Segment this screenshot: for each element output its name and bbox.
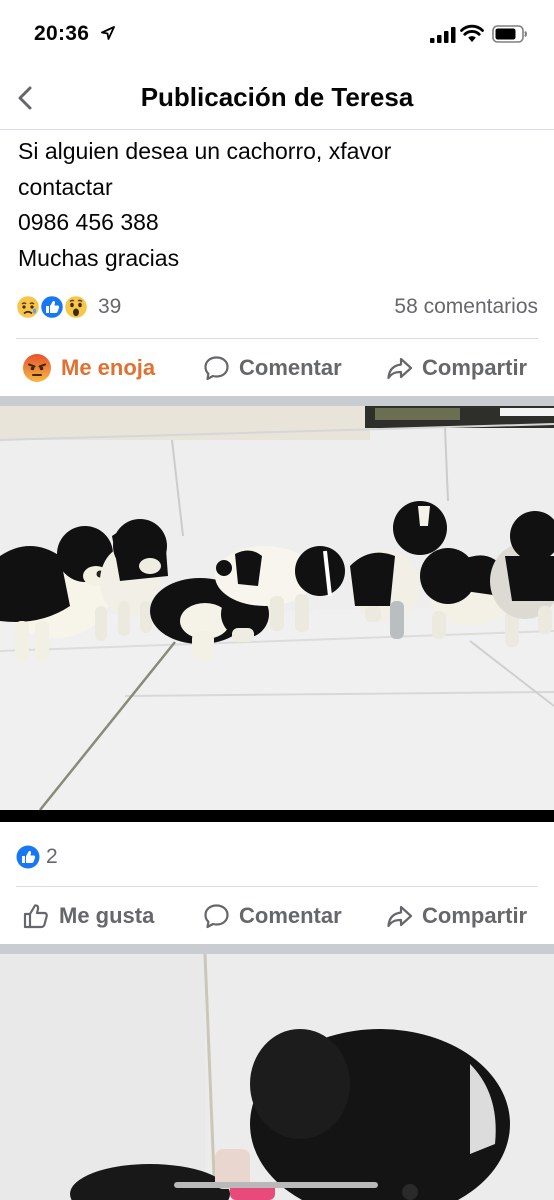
share-label: Compartir (422, 903, 528, 928)
post-text-line: Si alguien desea un cachorro, xfavor (18, 138, 392, 164)
share-button[interactable]: Compartir (386, 890, 527, 942)
photo-likes-count: 2 (46, 845, 58, 868)
wow-reaction-icon (63, 294, 89, 320)
post-text-line[interactable]: 0986 456 388 (18, 205, 538, 241)
page-title: Publicación de Teresa (140, 82, 414, 112)
share-button[interactable]: Compartir (386, 342, 527, 394)
divider (16, 338, 538, 339)
cellular-signal-icon (430, 27, 456, 43)
comment-label: Comentar (239, 355, 342, 380)
section-separator (0, 396, 554, 406)
like-reaction-icon (16, 845, 40, 869)
comment-label: Comentar (239, 903, 342, 928)
comment-icon (204, 355, 229, 380)
post-text-line: contactar (18, 173, 113, 200)
wifi-icon (460, 24, 484, 42)
react-button[interactable]: Me enoja (22, 342, 155, 394)
angry-reaction-icon (23, 354, 51, 382)
post-action-bar: Me enoja Comentar Compartir (0, 342, 554, 394)
location-arrow-icon (101, 26, 115, 40)
like-label: Me gusta (59, 903, 155, 928)
post-text-line: Muchas gracias (18, 244, 180, 271)
post-header: Publicación de Teresa (0, 70, 554, 130)
thumbs-up-icon (23, 904, 48, 929)
battery-icon (492, 25, 527, 43)
sad-reaction-icon (16, 294, 41, 320)
comments-count[interactable]: 58 comentarios (394, 295, 538, 319)
like-button[interactable]: Me gusta (22, 890, 154, 942)
photo-action-bar: Me gusta Comentar Compartir (0, 890, 554, 942)
status-bar: 20:36 (0, 0, 554, 70)
divider (16, 886, 538, 887)
home-indicator[interactable] (174, 1182, 378, 1188)
share-label: Compartir (422, 355, 528, 380)
share-icon (387, 357, 413, 379)
reaction-count: 39 (98, 295, 122, 318)
puppy-closeup-photo[interactable] (0, 954, 554, 1200)
reaction-icons (16, 294, 89, 320)
puppies-photo[interactable] (0, 406, 554, 822)
react-label: Me enoja (61, 355, 156, 380)
reactions-summary[interactable]: 39 58 comentarios (16, 292, 538, 324)
comment-button[interactable]: Comentar (203, 342, 342, 394)
photo-likes-summary[interactable]: 2 (16, 844, 58, 870)
section-separator (0, 944, 554, 954)
comment-button[interactable]: Comentar (203, 890, 342, 942)
post-text: Si alguien desea un cachorro, xfavor con… (18, 134, 538, 276)
share-icon (387, 905, 413, 927)
comment-icon (204, 903, 229, 928)
status-time: 20:36 (34, 22, 90, 45)
like-reaction-icon (39, 294, 65, 320)
